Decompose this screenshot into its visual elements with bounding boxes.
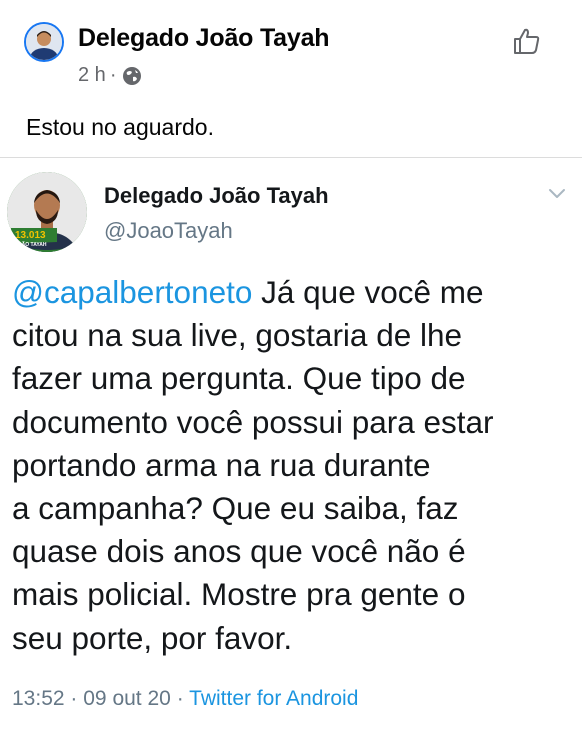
tweet-source-link[interactable]: Twitter for Android [189, 687, 358, 710]
facebook-post-time[interactable]: 2 h [78, 64, 106, 87]
facebook-author-name[interactable]: Delegado João Tayah [78, 24, 330, 53]
tweet-text-line: fazer uma pergunta. Que tipo de [12, 360, 466, 397]
facebook-post: Delegado João Tayah 2 h · Estou no aguar… [0, 0, 582, 158]
facebook-post-text: Estou no aguardo. [26, 114, 214, 140]
meta-separator: · [109, 64, 117, 86]
meta-separator: · [176, 687, 184, 710]
avatar-badge-name: JOÃO TAYAH [15, 241, 47, 248]
tweet-avatar[interactable]: 13.013 JOÃO TAYAH [7, 172, 87, 252]
tweet-author-handle[interactable]: @JoaoTayah [104, 218, 233, 244]
tweet-meta: 13:52 · 09 out 20 · Twitter for Android [12, 687, 358, 711]
thumbs-up-icon[interactable] [512, 26, 542, 56]
tweet-time[interactable]: 13:52 [12, 687, 65, 710]
tweet-text-line: @capalbertoneto Já que você me [12, 274, 484, 310]
mention-link[interactable]: @capalbertoneto [12, 274, 252, 310]
facebook-avatar[interactable] [24, 22, 64, 62]
tweet-date[interactable]: 09 out 20 [83, 687, 171, 710]
tweet-text-line: mais policial. Mostre pra gente o [12, 576, 466, 613]
tweet-text-line: seu porte, por favor. [12, 619, 293, 656]
tweet-text-line: quase dois anos que você não é [12, 533, 466, 570]
tweet-author-name[interactable]: Delegado João Tayah [104, 183, 329, 209]
meta-separator: · [70, 687, 78, 710]
tweet-card: 13.013 JOÃO TAYAH Delegado João Tayah @J… [0, 158, 582, 740]
tweet-text-line: citou na sua live, gostaria de lhe [12, 317, 463, 354]
tweet-text-line: portando arma na rua durante [12, 446, 431, 483]
tweet-text-line: a campanha? Que eu saiba, faz [12, 490, 459, 527]
avatar-badge-number: 13.013 [15, 230, 46, 241]
globe-icon [123, 66, 142, 85]
chevron-down-icon[interactable] [548, 188, 566, 200]
facebook-post-meta: 2 h · [78, 64, 142, 87]
tweet-text: @capalbertoneto Já que você me citou na … [12, 271, 572, 660]
tweet-text-line: documento você possui para estar [12, 403, 494, 440]
